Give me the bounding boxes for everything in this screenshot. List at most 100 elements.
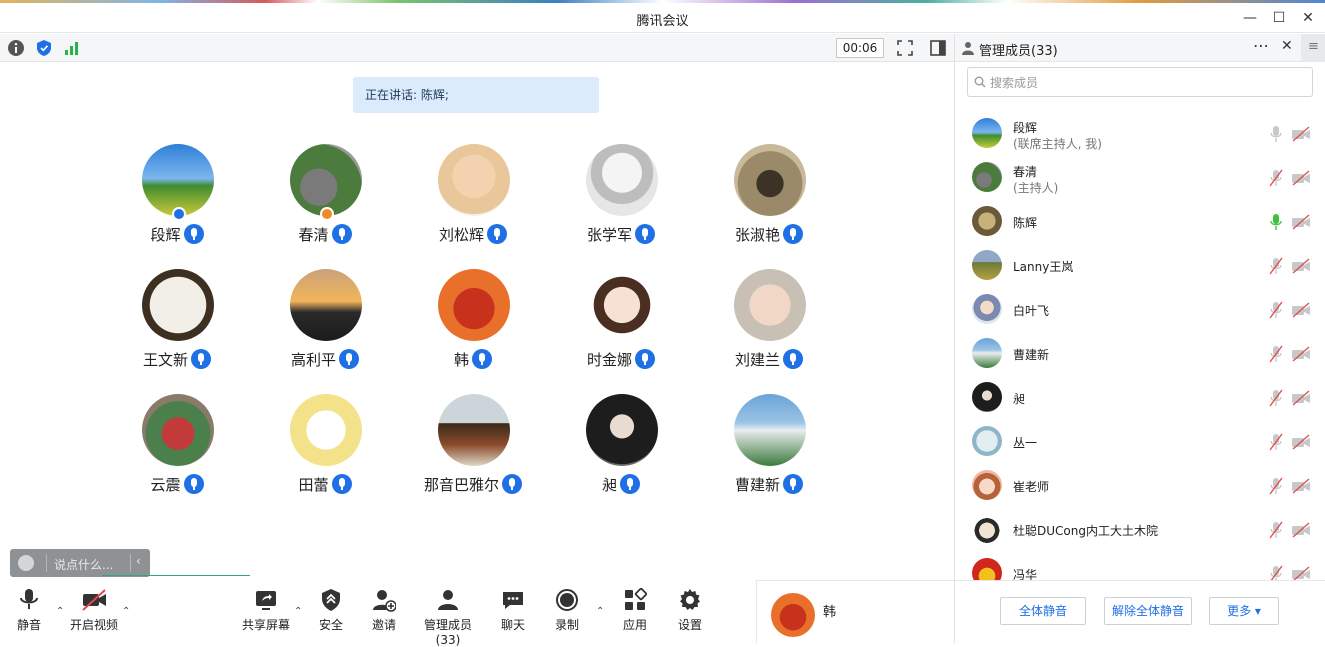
- video-options-caret[interactable]: ⌃: [122, 606, 130, 617]
- close-button[interactable]: ✕: [1293, 7, 1323, 29]
- mic-muted-icon[interactable]: [1269, 477, 1283, 495]
- participant-tile[interactable]: 云震: [103, 394, 251, 504]
- record-options-caret[interactable]: ⌃: [596, 606, 604, 617]
- microphone-icon: [487, 224, 507, 244]
- title-bar: 腾讯会议 — ☐ ✕: [0, 3, 1325, 33]
- member-row[interactable]: 冯华: [955, 552, 1325, 580]
- security-button[interactable]: 安全: [314, 588, 348, 633]
- fullscreen-icon[interactable]: [896, 39, 914, 57]
- participant-tile[interactable]: 张学军: [547, 144, 695, 254]
- member-row[interactable]: 崔老师: [955, 464, 1325, 508]
- shield-icon[interactable]: [35, 39, 53, 57]
- chat-input[interactable]: 说点什么... ‹: [10, 549, 150, 577]
- camera-off-icon[interactable]: [1291, 214, 1311, 230]
- signal-icon[interactable]: [63, 39, 81, 57]
- apps-button[interactable]: 应用: [618, 588, 652, 633]
- avatar: [734, 144, 806, 216]
- mic-muted-icon[interactable]: [1269, 169, 1283, 187]
- participant-tile[interactable]: 曹建新: [695, 394, 843, 504]
- layout-toggle-icon[interactable]: [929, 39, 947, 57]
- start-video-button[interactable]: 开启视频: [66, 588, 122, 633]
- member-row[interactable]: 段辉 (联席主持人, 我): [955, 112, 1325, 156]
- share-screen-button[interactable]: 共享屏幕: [240, 588, 292, 633]
- info-icon[interactable]: [7, 39, 25, 57]
- member-name: Lanny王岚: [1013, 260, 1074, 274]
- video-stage: 正在讲话: 陈辉; 段辉 春清 刘松辉 张学军 张淑艳 王文新 高利平 韩 时金娜 刘建兰 云震 田蕾…: [0, 62, 954, 580]
- member-row[interactable]: 昶: [955, 376, 1325, 420]
- avatar: [290, 144, 362, 216]
- camera-off-icon[interactable]: [1291, 522, 1311, 538]
- participant-tile[interactable]: 刘建兰: [695, 269, 843, 379]
- chat-bubble-icon: [503, 592, 523, 609]
- participant-tile[interactable]: 那音巴雅尔: [399, 394, 547, 504]
- avatar: [142, 144, 214, 216]
- mic-muted-icon[interactable]: [1269, 345, 1283, 363]
- participant-tile[interactable]: 昶: [547, 394, 695, 504]
- chat-button[interactable]: 聊天: [496, 588, 530, 633]
- microphone-icon[interactable]: [1269, 125, 1283, 143]
- invite-button[interactable]: 邀请: [367, 588, 401, 633]
- camera-off-icon[interactable]: [1291, 258, 1311, 274]
- member-row[interactable]: 春清 (主持人): [955, 156, 1325, 200]
- camera-off-icon[interactable]: [1291, 434, 1311, 450]
- participant-tile[interactable]: 时金娜: [547, 269, 695, 379]
- collapse-chat-icon[interactable]: ‹: [136, 554, 141, 568]
- participant-tile[interactable]: 高利平: [251, 269, 399, 379]
- participant-tile[interactable]: 王文新: [103, 269, 251, 379]
- participant-tile[interactable]: 韩: [399, 269, 547, 379]
- video-label: 开启视频: [69, 618, 118, 632]
- participant-tile[interactable]: 刘松辉: [399, 144, 547, 254]
- camera-off-icon[interactable]: [1291, 390, 1311, 406]
- maximize-button[interactable]: ☐: [1264, 7, 1294, 29]
- mic-muted-icon[interactable]: [1269, 433, 1283, 451]
- mic-muted-icon[interactable]: [1269, 565, 1283, 580]
- member-row[interactable]: 丛一: [955, 420, 1325, 464]
- camera-off-icon[interactable]: [1291, 478, 1311, 494]
- avatar: [142, 269, 214, 341]
- active-speaker-card[interactable]: 韩: [756, 580, 954, 643]
- settings-label: 设置: [677, 618, 702, 632]
- share-options-caret[interactable]: ⌃: [294, 606, 302, 617]
- mic-muted-icon[interactable]: [1269, 301, 1283, 319]
- camera-off-icon[interactable]: [1291, 170, 1311, 186]
- window-title: 腾讯会议: [636, 14, 689, 29]
- close-panel-icon[interactable]: ✕: [1281, 38, 1293, 54]
- participant-name: 刘松辉: [438, 226, 484, 244]
- member-panel-header: 管理成员(33) ⋯ ✕ ≡: [955, 34, 1325, 62]
- mute-button[interactable]: 静音: [12, 588, 46, 633]
- participant-tile[interactable]: 田蕾: [251, 394, 399, 504]
- manage-members-button[interactable]: 管理成员(33): [412, 588, 484, 647]
- more-button[interactable]: 更多 ▾: [1209, 597, 1279, 625]
- member-search-input[interactable]: 搜索成员: [967, 67, 1313, 97]
- member-row[interactable]: 曹建新: [955, 332, 1325, 376]
- minimize-button[interactable]: —: [1235, 7, 1265, 29]
- member-row[interactable]: 陈辉: [955, 200, 1325, 244]
- participant-name: 段辉: [150, 226, 181, 244]
- microphone-icon: [635, 224, 655, 244]
- unmute-all-button[interactable]: 解除全体静音: [1104, 597, 1192, 625]
- camera-off-icon[interactable]: [1291, 302, 1311, 318]
- camera-off-icon[interactable]: [1291, 566, 1311, 580]
- member-row[interactable]: Lanny王岚: [955, 244, 1325, 288]
- member-row[interactable]: 杜聪DUCong内工大土木院: [955, 508, 1325, 552]
- microphone-icon[interactable]: [1269, 213, 1283, 231]
- settings-button[interactable]: 设置: [673, 588, 707, 633]
- audio-options-caret[interactable]: ⌃: [56, 606, 64, 617]
- participant-tile[interactable]: 张淑艳: [695, 144, 843, 254]
- emoji-icon[interactable]: [18, 555, 34, 571]
- participant-tile[interactable]: 春清: [251, 144, 399, 254]
- member-list: 段辉 (联席主持人, 我) 春清 (主持人) 陈辉 Lanny王岚白叶飞 曹建新昶丛一 崔老师…: [955, 112, 1325, 580]
- record-button[interactable]: 录制: [550, 588, 584, 633]
- panel-menu-icon[interactable]: ≡: [1301, 34, 1325, 62]
- camera-off-icon[interactable]: [1291, 346, 1311, 362]
- member-row[interactable]: 白叶飞: [955, 288, 1325, 332]
- microphone-icon: [472, 349, 492, 369]
- mute-all-button[interactable]: 全体静音: [1000, 597, 1086, 625]
- camera-off-icon[interactable]: [1291, 126, 1311, 142]
- mic-muted-icon[interactable]: [1269, 389, 1283, 407]
- more-options-icon[interactable]: ⋯: [1253, 36, 1269, 55]
- mic-muted-icon[interactable]: [1269, 521, 1283, 539]
- participant-tile[interactable]: 段辉: [103, 144, 251, 254]
- chat-underline: [102, 575, 250, 576]
- mic-muted-icon[interactable]: [1269, 257, 1283, 275]
